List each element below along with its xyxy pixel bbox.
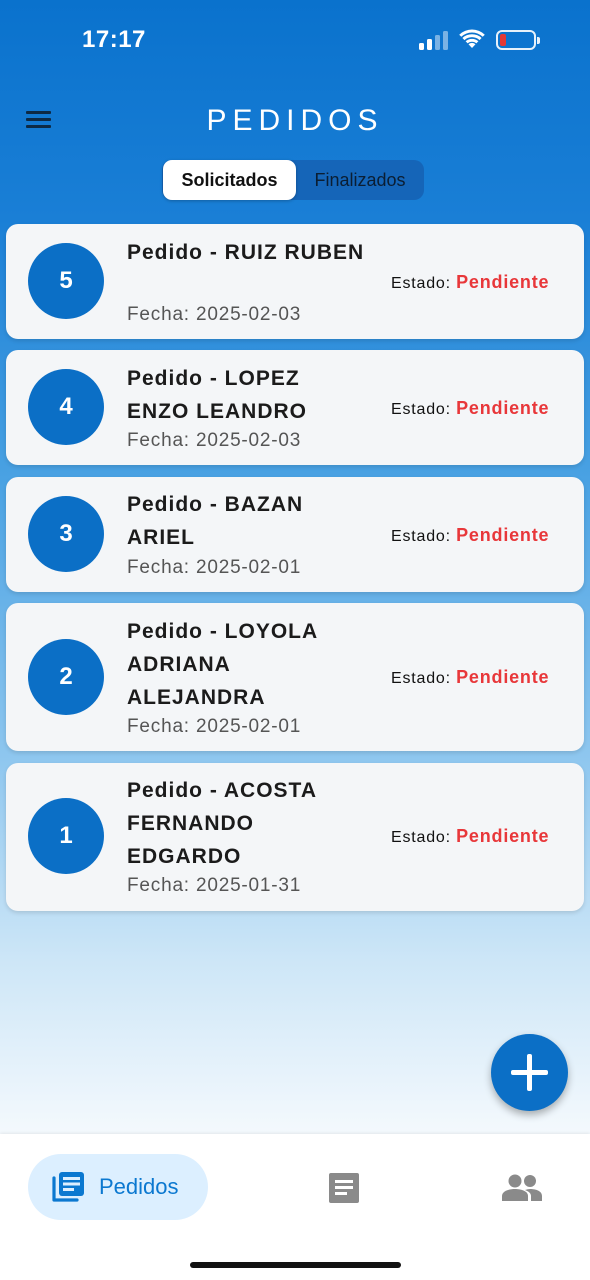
status-label: Estado: <box>391 528 451 545</box>
bottom-nav: Pedidos <box>0 1134 590 1280</box>
people-icon[interactable] <box>502 1173 542 1201</box>
order-date: Fecha: 2025-02-03 <box>127 430 302 451</box>
status-time: 17:17 <box>82 26 146 53</box>
order-status: Estado: Pendiente <box>391 525 549 546</box>
wifi-icon <box>459 29 485 48</box>
order-card[interactable]: 1 Pedido - ACOSTA FERNANDO EDGARDO Fecha… <box>6 763 584 911</box>
order-card[interactable]: 5 Pedido - RUIZ RUBEN Fecha: 2025-02-03 … <box>6 224 584 339</box>
status-value: Pendiente <box>456 525 550 545</box>
document-icon[interactable] <box>328 1172 360 1204</box>
home-indicator <box>190 1262 401 1268</box>
order-status: Estado: Pendiente <box>391 826 549 847</box>
status-bar: 17:17 <box>0 0 590 80</box>
orders-list-icon <box>52 1172 84 1202</box>
order-status: Estado: Pendiente <box>391 398 549 419</box>
tab-finalizados[interactable]: Finalizados <box>298 160 422 200</box>
nav-item-pedidos[interactable]: Pedidos <box>28 1154 208 1220</box>
order-status: Estado: Pendiente <box>391 272 549 293</box>
status-value: Pendiente <box>456 272 550 292</box>
order-date: Fecha: 2025-01-31 <box>127 875 302 896</box>
status-label: Estado: <box>391 401 451 418</box>
order-number-badge: 5 <box>28 243 104 319</box>
order-number-badge: 2 <box>28 639 104 715</box>
status-value: Pendiente <box>456 826 550 846</box>
status-label: Estado: <box>391 275 451 292</box>
add-order-button[interactable] <box>491 1034 568 1111</box>
order-card[interactable]: 3 Pedido - BAZAN ARIEL Fecha: 2025-02-01… <box>6 477 584 592</box>
page-title: PEDIDOS <box>206 104 384 137</box>
order-date: Fecha: 2025-02-01 <box>127 716 302 737</box>
order-status: Estado: Pendiente <box>391 667 549 688</box>
order-title: Pedido - RUIZ RUBEN <box>127 241 365 264</box>
nav-item-pedidos-label: Pedidos <box>99 1174 179 1199</box>
status-tabs: Solicitados Finalizados <box>162 160 424 200</box>
order-date: Fecha: 2025-02-03 <box>127 304 302 325</box>
order-number-badge: 4 <box>28 369 104 445</box>
tab-solicitados[interactable]: Solicitados <box>163 160 296 200</box>
order-title: Pedido - LOPEZ ENZO LEANDRO <box>127 367 307 423</box>
app-screen: 17:17 PEDIDOS Solicitados Finalizados 5 … <box>0 0 590 1134</box>
status-value: Pendiente <box>456 667 550 687</box>
order-title: Pedido - BAZAN ARIEL <box>127 493 304 549</box>
status-label: Estado: <box>391 829 451 846</box>
order-date: Fecha: 2025-02-01 <box>127 557 302 578</box>
battery-icon <box>496 30 540 50</box>
order-number-badge: 3 <box>28 496 104 572</box>
order-card[interactable]: 2 Pedido - LOYOLA ADRIANA ALEJANDRA Fech… <box>6 603 584 751</box>
order-title: Pedido - ACOSTA FERNANDO EDGARDO <box>127 779 317 868</box>
cellular-signal-icon <box>419 31 449 50</box>
order-title: Pedido - LOYOLA ADRIANA ALEJANDRA <box>127 620 318 709</box>
status-value: Pendiente <box>456 398 550 418</box>
order-number-badge: 1 <box>28 798 104 874</box>
status-label: Estado: <box>391 670 451 687</box>
order-card[interactable]: 4 Pedido - LOPEZ ENZO LEANDRO Fecha: 202… <box>6 350 584 465</box>
